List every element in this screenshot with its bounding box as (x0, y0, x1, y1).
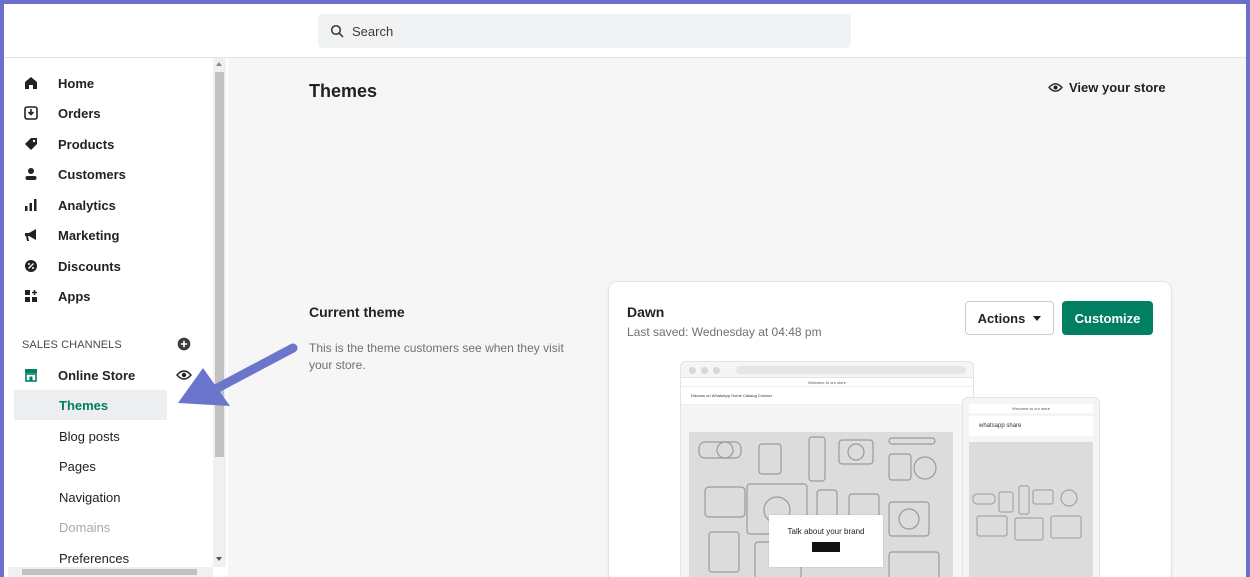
annotation-arrow (178, 343, 298, 406)
